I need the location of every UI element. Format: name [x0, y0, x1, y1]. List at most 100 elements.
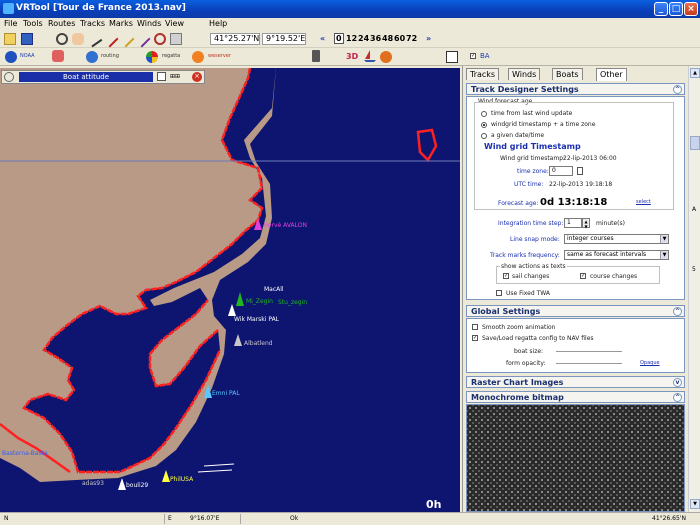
- wind-source-icon[interactable]: [52, 50, 64, 62]
- menu-tools[interactable]: Tools: [23, 19, 43, 28]
- use-fixed-twa-checkbox[interactable]: [496, 290, 502, 296]
- expand-icon[interactable]: v: [673, 378, 682, 387]
- hour-24[interactable]: 24: [358, 34, 369, 43]
- option-given-datetime-radio[interactable]: [481, 133, 487, 139]
- boat-label[interactable]: Albatlend: [244, 340, 273, 347]
- mode-3d-label[interactable]: 3D: [346, 52, 358, 61]
- course-changes-checkbox[interactable]: ✓: [580, 273, 586, 279]
- boat-label[interactable]: hervé AVALON: [264, 222, 307, 229]
- line-snap-select[interactable]: integer courses ▼: [564, 234, 669, 244]
- maximize-button[interactable]: □: [669, 2, 683, 16]
- noaa-icon[interactable]: [5, 51, 17, 63]
- window-icon[interactable]: [157, 72, 166, 81]
- hour-12[interactable]: 12: [346, 34, 357, 43]
- track-tool-icon[interactable]: [101, 30, 119, 48]
- track-marks-value: same as forecast intervals: [567, 251, 647, 258]
- chart-map[interactable]: hervé AVALON MacAll Mi_Zegin Stu_zegin W…: [0, 68, 460, 512]
- hour-72[interactable]: 72: [406, 34, 417, 43]
- panel-scrollbar[interactable]: ▲ A 5 ▼: [688, 66, 700, 512]
- boat-label[interactable]: Wik Marski PAL: [234, 316, 279, 323]
- menu-view[interactable]: View: [165, 19, 184, 28]
- scroll-up-icon[interactable]: ▲: [690, 68, 700, 78]
- track-designer-header[interactable]: Track Designer Settings ^: [466, 83, 685, 95]
- hour-36[interactable]: 36: [370, 34, 381, 43]
- route-tool-icon[interactable]: [85, 30, 103, 48]
- menu-marks[interactable]: Marks: [109, 19, 133, 28]
- tab-winds[interactable]: Winds: [508, 68, 541, 80]
- boat-label[interactable]: bouli29: [126, 482, 148, 489]
- hand-pan-icon[interactable]: [72, 33, 84, 45]
- menu-tracks[interactable]: Tracks: [80, 19, 105, 28]
- boat-label[interactable]: adas93: [82, 480, 104, 487]
- boat-label[interactable]: Basterna-Basta: [2, 450, 48, 457]
- global-settings-header[interactable]: Global Settings ^: [466, 305, 685, 317]
- weserver-label: weserver: [208, 53, 231, 59]
- integration-step-input[interactable]: 1: [564, 218, 582, 228]
- hour-48[interactable]: 48: [382, 34, 393, 43]
- forecast-age-value: 0d 13:18:18: [540, 197, 608, 208]
- close-button[interactable]: ×: [684, 2, 698, 16]
- firefox-icon[interactable]: [380, 51, 392, 63]
- tab-boats[interactable]: Boats: [552, 68, 583, 80]
- menu-routes[interactable]: Routes: [48, 19, 75, 28]
- hour-0[interactable]: 0: [334, 33, 344, 44]
- routing-icon[interactable]: [86, 51, 98, 63]
- layers-menu-icon[interactable]: [446, 51, 458, 63]
- boat-attitude-label: Boat attitude: [19, 72, 153, 82]
- menu-file[interactable]: File: [4, 19, 17, 28]
- calendar-icon[interactable]: [577, 167, 583, 175]
- monochrome-bitmap-preview: [466, 404, 685, 512]
- device-icon[interactable]: [312, 50, 320, 62]
- regatta-icon[interactable]: [146, 51, 158, 63]
- form-opacity-slider[interactable]: [556, 363, 622, 365]
- opaque-link[interactable]: Opaque: [640, 360, 660, 366]
- regatta-label: regatta: [162, 53, 181, 59]
- scroll-down-icon[interactable]: ▼: [690, 499, 700, 509]
- sail-changes-checkbox[interactable]: ✓: [503, 273, 509, 279]
- save-load-config-checkbox[interactable]: ✓: [472, 335, 478, 341]
- tab-tracks[interactable]: Tracks: [466, 68, 500, 80]
- scroll-thumb[interactable]: [690, 136, 700, 150]
- brush-icon[interactable]: [133, 30, 151, 48]
- eraser-icon[interactable]: [170, 33, 182, 45]
- option-windgrid-timestamp-radio[interactable]: [481, 122, 487, 128]
- boat-label[interactable]: PhilUSA: [170, 476, 193, 483]
- track-marks-select[interactable]: same as forecast intervals ▼: [564, 250, 669, 260]
- menu-winds[interactable]: Winds: [137, 19, 161, 28]
- ba-checkbox[interactable]: ✓: [470, 53, 476, 59]
- boat-label[interactable]: Emni PAL: [212, 390, 240, 397]
- collapse-icon[interactable]: ^: [673, 393, 682, 402]
- boat-size-slider[interactable]: [556, 351, 622, 353]
- save-icon[interactable]: [21, 33, 33, 45]
- menu-help[interactable]: Help: [209, 19, 227, 28]
- pencil-icon[interactable]: [117, 30, 135, 48]
- tab-other[interactable]: Other: [596, 68, 627, 81]
- zoom-icon[interactable]: [56, 33, 68, 45]
- select-link[interactable]: select: [636, 199, 651, 205]
- collapse-icon[interactable]: ^: [673, 307, 682, 316]
- grid-icon[interactable]: ⊞⊞: [170, 73, 188, 81]
- option-label: a given date/time: [491, 132, 545, 139]
- smooth-zoom-checkbox[interactable]: [472, 324, 478, 330]
- prev-hour-icon[interactable]: «: [320, 34, 325, 43]
- raster-chart-header[interactable]: Raster Chart Images v: [466, 376, 685, 388]
- boat-label[interactable]: Stu_zegin: [278, 299, 307, 306]
- time-zone-input[interactable]: 0: [549, 166, 573, 176]
- hour-60[interactable]: 60: [394, 34, 405, 43]
- boat-sail-icon[interactable]: [364, 50, 376, 62]
- mark-icon[interactable]: [154, 33, 166, 45]
- boat-label[interactable]: MacAll: [264, 286, 284, 293]
- app-icon: [3, 3, 14, 14]
- boat-label[interactable]: Mi_Zegin: [246, 298, 273, 305]
- option-time-from-last-update-radio[interactable]: [481, 111, 487, 117]
- monochrome-header[interactable]: Monochrome bitmap ^: [466, 391, 685, 403]
- no-icon[interactable]: [4, 72, 14, 82]
- next-hour-icon[interactable]: »: [426, 34, 431, 43]
- open-folder-icon[interactable]: [4, 33, 16, 45]
- step-spinner-icon[interactable]: ▲ ▼: [582, 218, 590, 229]
- close-attitude-icon[interactable]: ×: [192, 72, 202, 82]
- collapse-icon[interactable]: ^: [673, 85, 682, 94]
- boat-attitude-bar: Boat attitude ⊞⊞ ×: [1, 70, 205, 84]
- weserver-icon[interactable]: [192, 51, 204, 63]
- minimize-button[interactable]: _: [654, 2, 668, 16]
